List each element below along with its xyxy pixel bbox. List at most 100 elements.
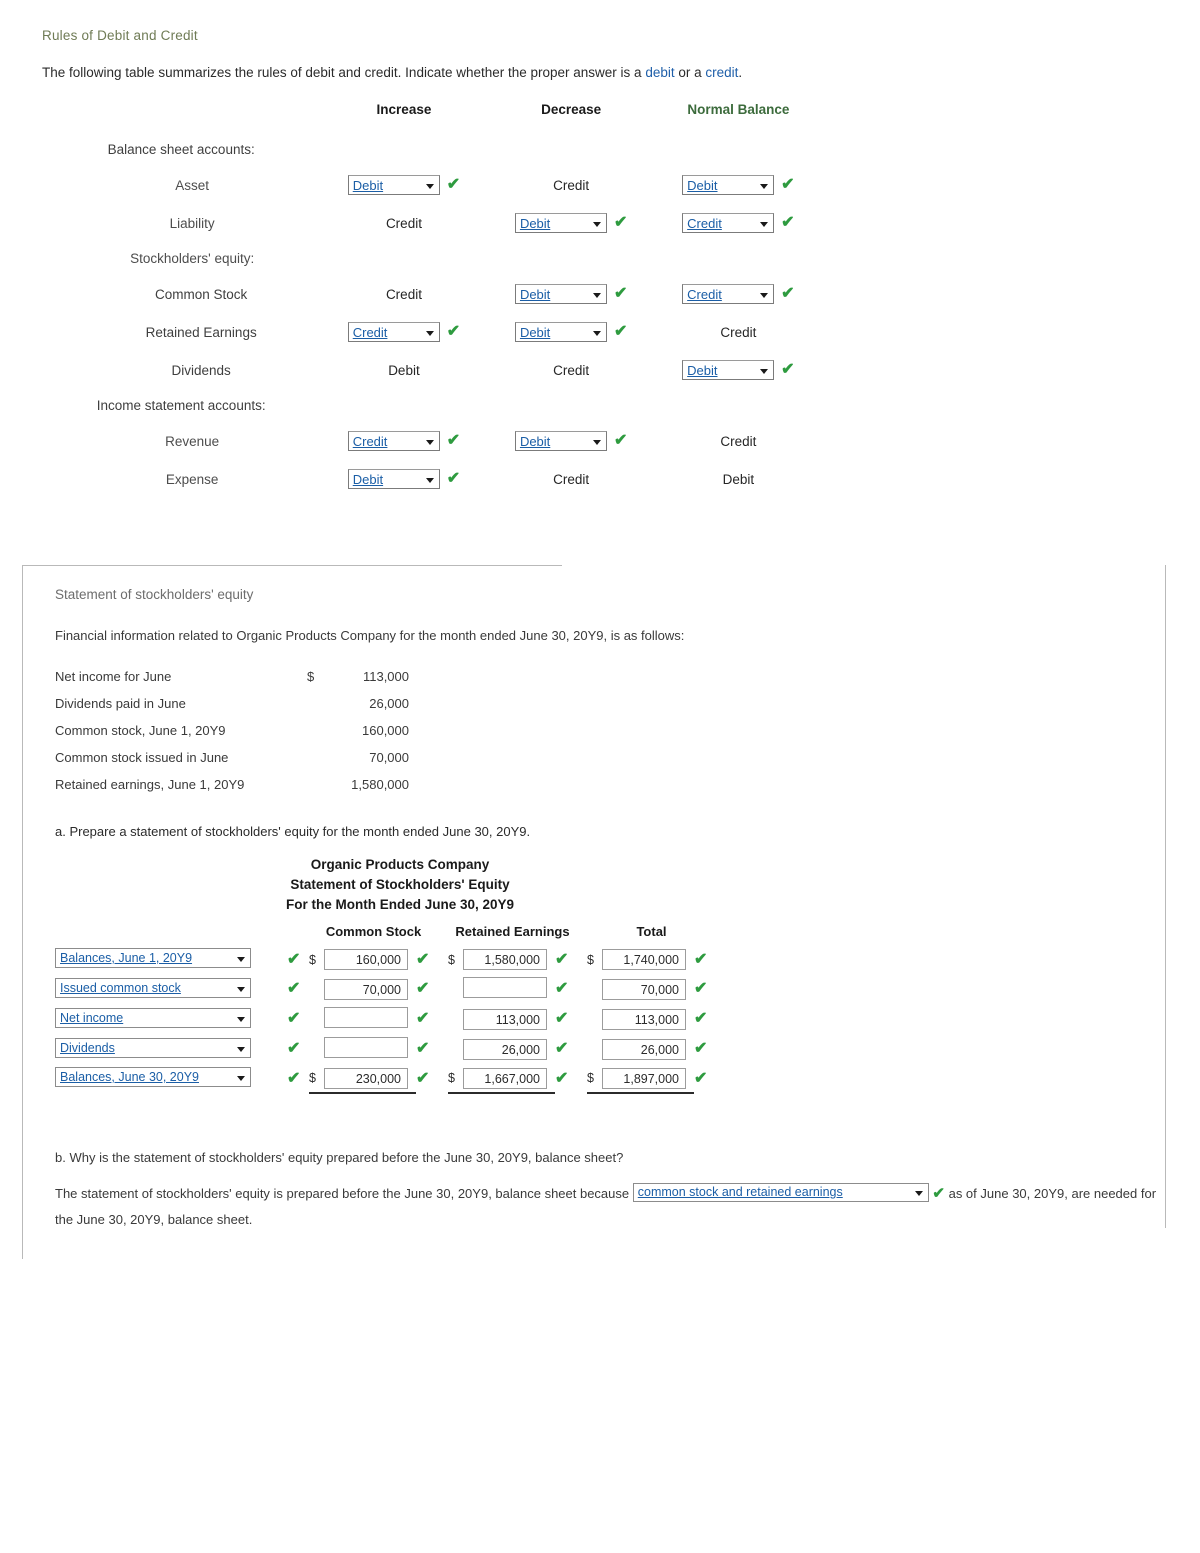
sse-check-icon-common-stock: ✔ [416,974,438,1004]
rules-select-normal[interactable]: Credit [682,213,775,233]
rules-table-header-row: Increase Decrease Normal Balance [42,98,822,133]
answer-b-check-icon: ✔ [932,1185,945,1202]
sse-amount-input-retained-earnings[interactable]: 1,667,000 [463,1067,547,1089]
sse-amount-input-total[interactable]: 1,897,000 [602,1067,686,1089]
rules-table-row: Dividends Debit Credit Debit ✔ [42,351,822,389]
sse-amount-cell-common-stock [324,1004,416,1034]
check-icon: ✔ [694,1010,708,1027]
rules-row-label: Asset [175,177,210,193]
check-icon: ✔ [781,214,795,231]
rules-select-normal[interactable]: Debit [682,360,775,380]
rules-cell-normal: Debit ✔ [655,351,822,389]
sse-column-gap [438,945,448,974]
rules-cell-increase: Credit ✔ [320,313,487,351]
rules-cell-increase [320,389,487,422]
sse-column-gap [438,974,448,1004]
sse-column-gap [577,974,587,1004]
rules-table-row: Liability Credit Debit ✔ Credit ✔ [42,204,822,242]
sse-row-label-select[interactable]: Dividends [55,1037,251,1058]
rules-select-normal[interactable]: Debit [682,175,775,195]
rules-cell-normal: Debit [722,471,755,487]
check-icon: ✔ [694,980,708,997]
rules-select-increase[interactable]: Credit [347,322,440,342]
financial-fact-row: Net income for June $113,000 [55,663,409,690]
sse-amount-input-retained-earnings[interactable]: 1,580,000 [463,949,547,970]
sse-amount-input-retained-earnings[interactable]: 113,000 [463,1008,547,1030]
sse-amount-input-retained-earnings[interactable] [463,977,547,998]
rules-cell-normal [655,389,822,422]
sse-amount-input-total[interactable]: 70,000 [602,978,686,1000]
sse-row-label-select[interactable]: Net income [55,1007,251,1028]
rules-cell-increase: Debit ✔ [320,166,487,204]
section-intro-text: Financial information related to Organic… [55,628,685,643]
check-icon: ✔ [446,176,461,193]
rules-select-increase[interactable]: Debit [347,469,440,489]
rules-cell-normal: Credit ✔ [655,204,822,242]
rules-select-increase[interactable]: Debit [347,175,440,195]
sse-amount-input-total[interactable]: 113,000 [602,1008,686,1030]
rules-cell-normal: Credit ✔ [655,275,822,313]
rules-header-blank [42,98,320,133]
sse-amount-input-common-stock[interactable]: 160,000 [324,949,408,970]
rules-cell-increase: Credit [385,286,422,302]
fact-dollar-sign [307,771,323,798]
rules-of-debit-and-credit-section: Rules of Debit and Credit The following … [42,28,1162,498]
sse-amount-input-common-stock[interactable] [324,1037,408,1058]
answer-b-select[interactable]: common stock and retained earnings [632,1183,929,1202]
rules-select-decrease[interactable]: Debit [514,284,607,304]
sse-row-label-select[interactable]: Balances, June 1, 20Y9 [55,948,251,968]
sse-dollar-sign-common-stock: $ [309,952,316,967]
rules-select-normal[interactable]: Credit [682,284,775,304]
sse-row-label-check-icon: ✔ [287,974,309,1004]
sse-row-label-select[interactable]: Issued common stock [55,977,251,998]
check-icon: ✔ [555,1040,569,1057]
rules-select-decrease[interactable]: Debit [514,213,607,233]
sse-check-icon-total: ✔ [694,1064,716,1093]
sse-amount-input-retained-earnings[interactable]: 26,000 [463,1038,547,1060]
rules-cell-increase: Debit ✔ [320,460,487,498]
check-icon: ✔ [446,470,461,487]
sse-column-gap [577,1064,587,1093]
rules-select-decrease[interactable]: Debit [514,431,607,451]
rules-cell-decrease: Credit [553,362,590,378]
sse-amount-input-common-stock[interactable]: 230,000 [324,1067,408,1089]
statement-heading-company: Organic Products Company [310,857,490,872]
sse-row-label-check-icon: ✔ [287,1064,309,1093]
sse-amount-cell-common-stock: 70,000 [324,974,416,1004]
check-icon: ✔ [416,1010,430,1027]
rules-cell-decrease: Credit [553,471,590,487]
rules-select-increase[interactable]: Credit [347,431,440,451]
sse-row-label-cell: Dividends [55,1034,287,1064]
sse-row-label-select[interactable]: Balances, June 30, 20Y9 [55,1067,251,1087]
rules-header-increase: Increase [376,102,432,117]
sse-check-icon-retained-earnings: ✔ [555,1064,577,1093]
sse-dollar-sign-total: $ [587,952,594,967]
rules-row-label: Expense [165,471,219,487]
fact-label: Common stock issued in June [55,750,229,765]
fact-dollar-sign [307,717,323,744]
rules-select-decrease[interactable]: Debit [514,322,607,342]
statement-heading: Organic Products Company Statement of St… [55,855,745,915]
sse-header-gap-2 [577,923,587,945]
fact-amount: 113,000 [362,669,409,684]
check-icon: ✔ [555,980,569,997]
sse-amount-cell-common-stock: 160,000 [324,945,416,974]
sse-amount-input-total[interactable]: 1,740,000 [602,949,686,970]
rules-cell-decrease [488,133,655,166]
sse-amount-cell-total: 26,000 [602,1034,694,1064]
rules-cell-decrease [488,242,655,275]
sse-check-icon-retained-earnings: ✔ [555,1034,577,1064]
financial-fact-row: Common stock, June 1, 20Y9 160,000 [55,717,409,744]
rules-table-row: Balance sheet accounts: [42,133,822,166]
sse-amount-input-common-stock[interactable]: 70,000 [324,978,408,1000]
sse-row-label-check-icon: ✔ [287,1034,309,1064]
rules-table-row: Asset Debit ✔ Credit Debit ✔ [42,166,822,204]
rules-cell-increase: Credit ✔ [320,422,487,460]
financial-fact-row: Retained earnings, June 1, 20Y9 1,580,000 [55,771,409,798]
sse-amount-cell-retained-earnings: 1,580,000 [463,945,555,974]
check-icon: ✔ [555,1010,569,1027]
sse-amount-input-total[interactable]: 26,000 [602,1038,686,1060]
check-icon: ✔ [781,176,795,193]
rules-intro-keyword-credit: credit [705,65,739,80]
sse-amount-input-common-stock[interactable] [324,1007,408,1028]
